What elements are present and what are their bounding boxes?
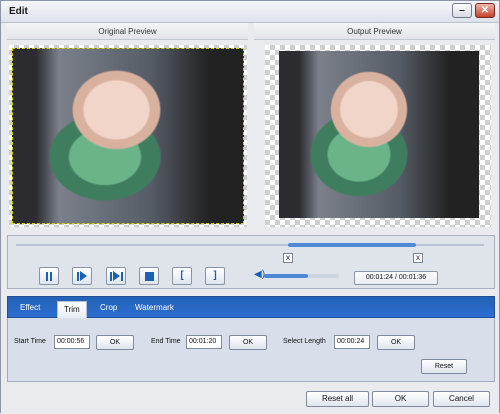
- output-preview-pane: [265, 45, 491, 227]
- pause-button[interactable]: [39, 267, 59, 285]
- minimize-icon: –: [459, 5, 465, 16]
- title-bar: Edit – ✕: [1, 1, 499, 23]
- set-end-button[interactable]: ]: [205, 267, 225, 285]
- select-length-label: Select Length: [283, 338, 326, 345]
- set-start-button[interactable]: [: [172, 267, 192, 285]
- bracket-left-icon: [: [180, 270, 184, 281]
- time-display: 00:01:24 / 00:01:36: [354, 271, 438, 285]
- close-icon: ✕: [480, 5, 490, 16]
- next-frame-button[interactable]: [106, 267, 126, 285]
- tab-effect[interactable]: Effect: [20, 300, 40, 316]
- output-video-frame: [279, 51, 479, 218]
- end-time-label: End Time: [151, 338, 181, 345]
- original-preview-header: Original Preview: [7, 23, 248, 40]
- output-preview-header: Output Preview: [254, 23, 495, 40]
- trim-panel: Start Time 00:00:56 OK End Time 00:01:20…: [7, 318, 495, 382]
- original-video-frame: [12, 48, 244, 224]
- original-preview-pane: [9, 45, 247, 227]
- end-time-field[interactable]: 00:01:20: [186, 335, 222, 349]
- trim-end-marker-icon: x: [416, 253, 420, 262]
- pause-icon: [46, 271, 52, 281]
- select-length-field[interactable]: 00:00:24: [334, 335, 370, 349]
- end-time-ok-button[interactable]: OK: [229, 335, 267, 350]
- player-controls: x x [ ] ◀) 00:01:24 / 00:01:36: [7, 235, 495, 289]
- edit-window: Edit – ✕ Original Preview Output Preview…: [0, 0, 500, 414]
- window-title: Edit: [9, 6, 28, 17]
- minimize-button[interactable]: –: [452, 3, 472, 18]
- select-length-ok-button[interactable]: OK: [377, 335, 415, 350]
- reset-button[interactable]: Reset: [421, 359, 467, 374]
- edit-tabs: Effect Trim Crop Watermark: [7, 296, 495, 319]
- play-frame-button[interactable]: [72, 267, 92, 285]
- trim-start-marker-icon: x: [286, 253, 290, 262]
- tab-crop[interactable]: Crop: [100, 300, 117, 316]
- start-time-label: Start Time: [14, 338, 46, 345]
- start-time-ok-button[interactable]: OK: [96, 335, 134, 350]
- reset-all-button[interactable]: Reset all: [306, 391, 369, 407]
- bracket-right-icon: ]: [213, 270, 217, 281]
- trim-range-selection[interactable]: [288, 243, 416, 247]
- dialog-footer: Reset all OK Cancel: [1, 386, 499, 414]
- tab-watermark[interactable]: Watermark: [135, 300, 174, 316]
- tab-trim[interactable]: Trim: [57, 301, 87, 319]
- play-frame-icon: [77, 271, 87, 281]
- original-preview-label: Original Preview: [98, 27, 157, 36]
- close-button[interactable]: ✕: [475, 3, 495, 18]
- start-time-field[interactable]: 00:00:56: [54, 335, 90, 349]
- trim-start-marker[interactable]: x: [283, 253, 293, 263]
- cancel-button[interactable]: Cancel: [433, 391, 490, 407]
- next-frame-icon: [109, 271, 123, 281]
- ok-button[interactable]: OK: [372, 391, 429, 407]
- stop-icon: [144, 271, 154, 281]
- stop-button[interactable]: [139, 267, 159, 285]
- volume-slider[interactable]: [264, 274, 339, 278]
- trim-end-marker[interactable]: x: [413, 253, 423, 263]
- volume-fill: [264, 274, 308, 278]
- output-preview-label: Output Preview: [347, 27, 402, 36]
